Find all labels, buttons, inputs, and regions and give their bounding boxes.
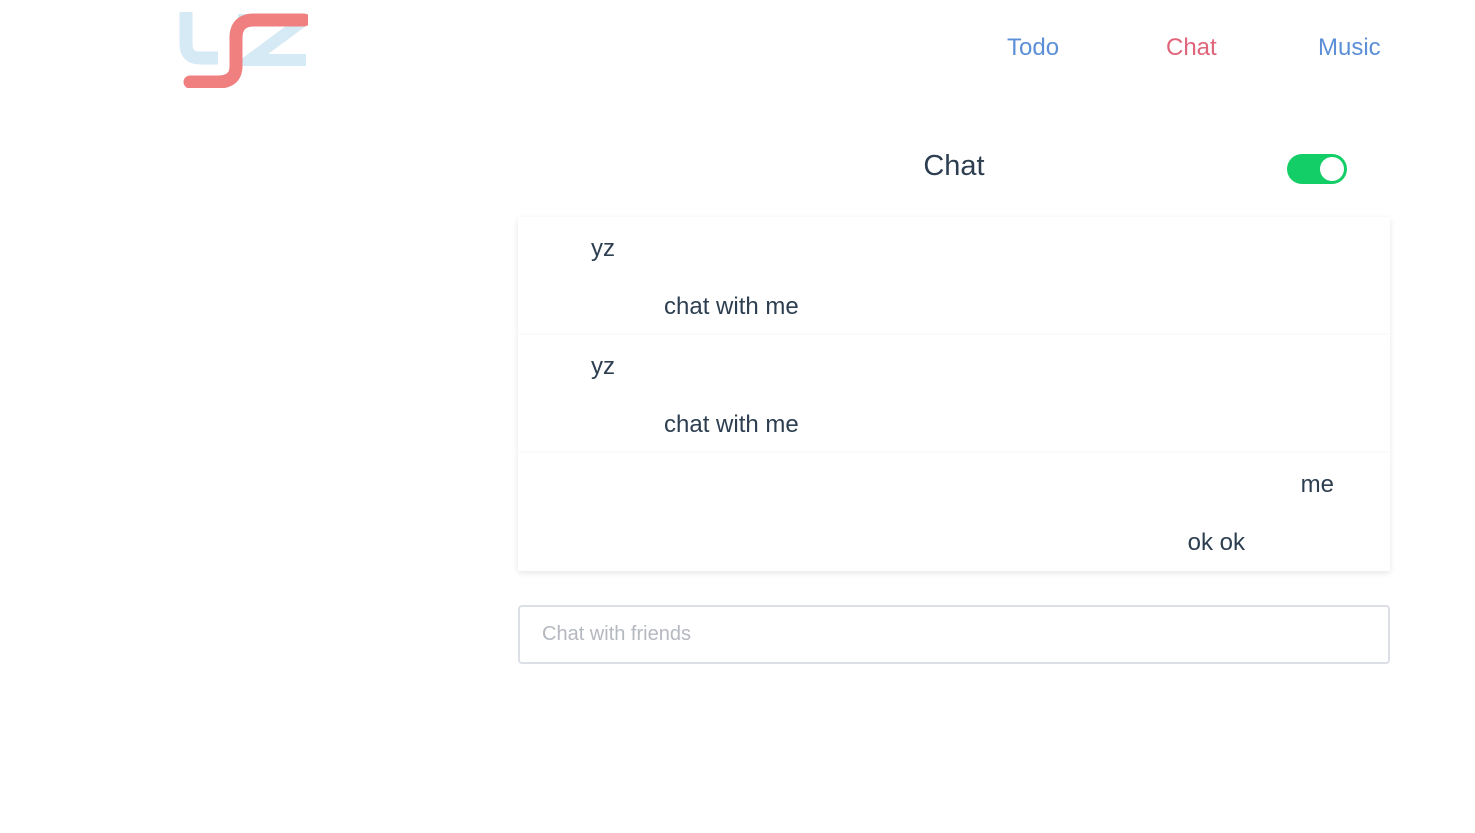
chat-toggle-switch[interactable]: [1287, 154, 1347, 184]
message-item: me ok ok: [518, 453, 1390, 571]
nav-music[interactable]: Music: [1318, 34, 1381, 62]
message-item: yz chat with me: [518, 335, 1390, 453]
message-text: ok ok: [1187, 529, 1245, 556]
page-title: Chat: [923, 150, 985, 182]
message-item: yz chat with me: [518, 217, 1390, 335]
chat-input[interactable]: [518, 605, 1390, 664]
toggle-knob: [1320, 157, 1344, 181]
nav-todo[interactable]: Todo: [1007, 34, 1059, 62]
message-sender: yz: [591, 235, 615, 262]
message-text: chat with me: [664, 293, 799, 320]
page: Todo Chat Music Chat yz chat with me yz …: [0, 0, 1475, 833]
message-sender: yz: [591, 353, 615, 380]
message-text: chat with me: [664, 411, 799, 438]
message-list: yz chat with me yz chat with me me ok ok: [518, 217, 1390, 571]
message-sender: me: [1300, 471, 1334, 498]
nav-chat[interactable]: Chat: [1166, 34, 1217, 62]
logo[interactable]: [178, 8, 323, 89]
logo-icon: [179, 12, 323, 89]
